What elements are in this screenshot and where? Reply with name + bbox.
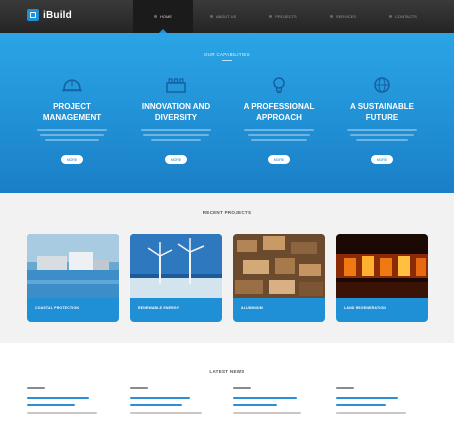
- news-excerpt: [130, 412, 202, 414]
- news-link[interactable]: [336, 397, 398, 399]
- news-item: [130, 387, 206, 418]
- recent-projects-section: Recent Projects Coastal Protection: [0, 193, 454, 343]
- project-image: [336, 234, 428, 298]
- news-item: [27, 387, 103, 418]
- nav-item-home[interactable]: Home: [133, 0, 193, 33]
- news-link[interactable]: [233, 404, 277, 406]
- globe-icon: [374, 77, 390, 93]
- news-excerpt: [233, 412, 301, 414]
- capability-title: Project Management: [42, 102, 102, 122]
- home-icon: [154, 15, 157, 18]
- nav-item-services[interactable]: Services: [313, 0, 373, 33]
- project-image: [233, 234, 325, 298]
- capability-description: [35, 129, 109, 141]
- capability-card: Project Management: [20, 76, 124, 144]
- logo[interactable]: iBuild: [27, 9, 72, 21]
- nav-item-contacts[interactable]: Contacts: [373, 0, 433, 33]
- nav-label: Projects: [275, 14, 297, 19]
- capability-description: [345, 129, 419, 141]
- site-header: iBuild Home About Us Projects Services C…: [0, 0, 454, 33]
- mail-icon: [389, 15, 393, 18]
- project-card[interactable]: Land Regeneration: [336, 234, 428, 322]
- section-title: Latest News: [209, 369, 245, 374]
- lightbulb-icon: [273, 77, 285, 94]
- news-link[interactable]: [233, 397, 297, 399]
- section-title: Recent Projects: [202, 210, 252, 215]
- news-date: [336, 387, 354, 389]
- news-link[interactable]: [130, 397, 190, 399]
- project-image: [130, 234, 222, 298]
- news-date: [233, 387, 251, 389]
- info-icon: [209, 15, 213, 18]
- project-title: Coastal Protection: [35, 306, 80, 310]
- more-button[interactable]: More: [371, 155, 393, 164]
- more-button[interactable]: More: [165, 155, 187, 164]
- project-title: Renewable Energy: [138, 306, 180, 310]
- capability-title: A Professional Approach: [243, 102, 315, 122]
- news-item: [233, 387, 309, 418]
- nav-label: Home: [160, 14, 172, 19]
- nav-label: Contacts: [395, 14, 417, 19]
- project-title: Land Regeneration: [344, 306, 387, 310]
- news-item: [336, 387, 412, 418]
- logo-text: iBuild: [43, 9, 72, 21]
- wrench-icon: [329, 15, 333, 18]
- main-nav: Home About Us Projects Services Contacts: [133, 0, 433, 33]
- hard-hat-icon: [62, 79, 82, 92]
- news-excerpt: [336, 412, 406, 414]
- section-title: Our Capabilities: [204, 52, 250, 57]
- capability-description: [139, 129, 213, 141]
- news-link[interactable]: [27, 404, 75, 406]
- capability-title: A Sustainable Future: [350, 102, 414, 122]
- project-image: [27, 234, 119, 298]
- capability-title: Innovation and Diversity: [141, 102, 211, 122]
- capability-card: A Professional Approach: [227, 76, 331, 144]
- capabilities-section: Our Capabilities Project Management More…: [0, 33, 454, 193]
- news-link[interactable]: [27, 397, 89, 399]
- project-card[interactable]: Aluminium: [233, 234, 325, 322]
- capability-card: Innovation and Diversity: [124, 76, 228, 144]
- project-card[interactable]: Coastal Protection: [27, 234, 119, 322]
- news-date: [130, 387, 148, 389]
- project-title: Aluminium: [241, 306, 263, 310]
- nav-label: About Us: [215, 14, 237, 19]
- latest-news-section: Latest News: [0, 343, 454, 436]
- more-button[interactable]: More: [268, 155, 290, 164]
- news-link[interactable]: [130, 404, 182, 406]
- nav-label: Services: [335, 14, 357, 19]
- nav-item-about[interactable]: About Us: [193, 0, 253, 33]
- folder-icon: [269, 15, 273, 18]
- capability-card: A Sustainable Future: [330, 76, 434, 144]
- capability-description: [242, 129, 316, 141]
- logo-icon: [27, 9, 39, 21]
- factory-icon: [166, 78, 186, 93]
- news-link[interactable]: [336, 404, 386, 406]
- more-button[interactable]: More: [61, 155, 83, 164]
- nav-item-projects[interactable]: Projects: [253, 0, 313, 33]
- divider: [222, 60, 232, 61]
- news-date: [27, 387, 45, 389]
- news-excerpt: [27, 412, 97, 414]
- project-card[interactable]: Renewable Energy: [130, 234, 222, 322]
